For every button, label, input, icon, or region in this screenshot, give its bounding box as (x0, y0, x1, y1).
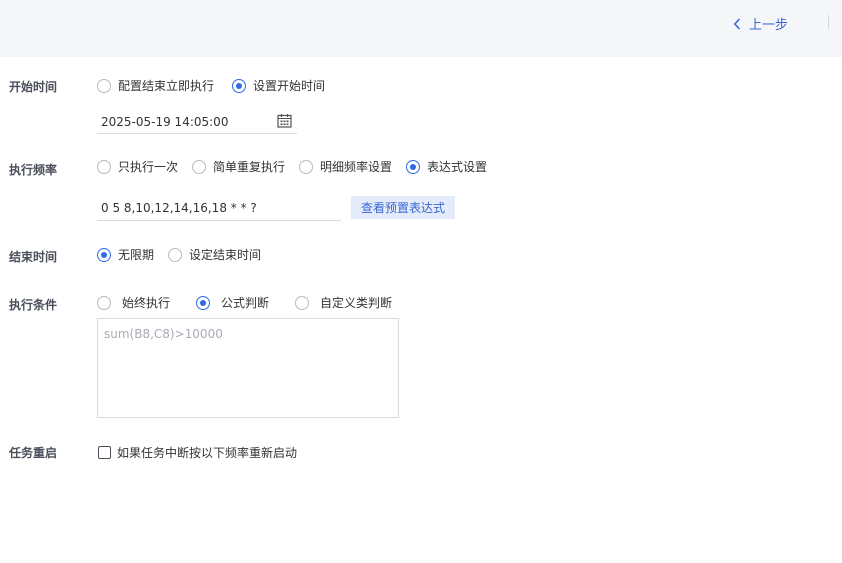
simple-repeat-option[interactable]: 简单重复执行 (192, 158, 285, 175)
cron-expression-input[interactable] (97, 196, 341, 221)
option-label: 表达式设置 (427, 160, 488, 174)
condition-options: 始终执行 公式判断 自定义类判断 (97, 294, 406, 311)
option-label: 简单重复执行 (213, 160, 286, 174)
radio-formula[interactable] (196, 295, 211, 310)
option-label: 设置开始时间 (253, 79, 326, 93)
radio-set-start-time[interactable] (232, 78, 247, 93)
formula-textarea[interactable] (97, 318, 399, 418)
custom-class-option[interactable]: 自定义类判断 (295, 294, 392, 311)
restart-checkbox-row[interactable]: 如果任务中断按以下频率重新启动 (98, 444, 297, 461)
back-button[interactable]: 上一步 (733, 14, 788, 33)
radio-start-immediately[interactable] (97, 78, 111, 93)
radio-custom-class[interactable] (295, 295, 310, 310)
end-time-options: 无限期 设定结束时间 (97, 246, 275, 263)
calendar-icon[interactable] (277, 113, 292, 128)
restart-checkbox[interactable] (98, 446, 111, 459)
frequency-options: 只执行一次 简单重复执行 明细频率设置 表达式设置 (97, 158, 501, 175)
top-bar: 上一步 (0, 0, 842, 57)
radio-always-run[interactable] (97, 295, 111, 310)
chevron-left-icon (733, 17, 741, 30)
radio-detailed-frequency[interactable] (299, 159, 314, 174)
option-label: 只执行一次 (118, 160, 179, 174)
radio-run-once[interactable] (97, 159, 111, 174)
radio-no-end[interactable] (97, 247, 111, 262)
option-label: 无限期 (118, 248, 155, 262)
view-preset-expressions-button[interactable]: 查看预置表达式 (351, 196, 455, 219)
option-label: 配置结束立即执行 (118, 79, 215, 93)
no-end-option[interactable]: 无限期 (97, 246, 154, 263)
end-time-label: 结束时间 (9, 250, 58, 264)
option-label: 明细频率设置 (320, 160, 393, 174)
expression-option[interactable]: 表达式设置 (406, 158, 487, 175)
option-label: 设定结束时间 (189, 248, 262, 262)
start-immediately-option[interactable]: 配置结束立即执行 (97, 77, 214, 94)
start-time-label: 开始时间 (9, 80, 58, 94)
radio-set-end-time[interactable] (168, 247, 183, 262)
restart-label: 任务重启 (9, 446, 58, 460)
option-label: 公式判断 (221, 296, 270, 310)
start-datetime-input[interactable] (97, 110, 297, 134)
option-label: 自定义类判断 (320, 296, 393, 310)
back-label: 上一步 (749, 18, 789, 33)
restart-checkbox-label: 如果任务中断按以下频率重新启动 (117, 446, 298, 460)
option-label: 始终执行 (122, 296, 171, 310)
always-run-option[interactable]: 始终执行 (97, 294, 170, 311)
formula-option[interactable]: 公式判断 (196, 294, 269, 311)
run-once-option[interactable]: 只执行一次 (97, 158, 178, 175)
set-start-time-option[interactable]: 设置开始时间 (232, 77, 325, 94)
radio-simple-repeat[interactable] (192, 159, 207, 174)
start-time-options: 配置结束立即执行 设置开始时间 (97, 77, 339, 94)
detailed-frequency-option[interactable]: 明细频率设置 (299, 158, 392, 175)
header-divider (828, 15, 829, 29)
condition-label: 执行条件 (9, 298, 58, 312)
frequency-label: 执行频率 (9, 163, 58, 177)
set-end-time-option[interactable]: 设定结束时间 (168, 246, 261, 263)
radio-expression[interactable] (406, 159, 421, 174)
